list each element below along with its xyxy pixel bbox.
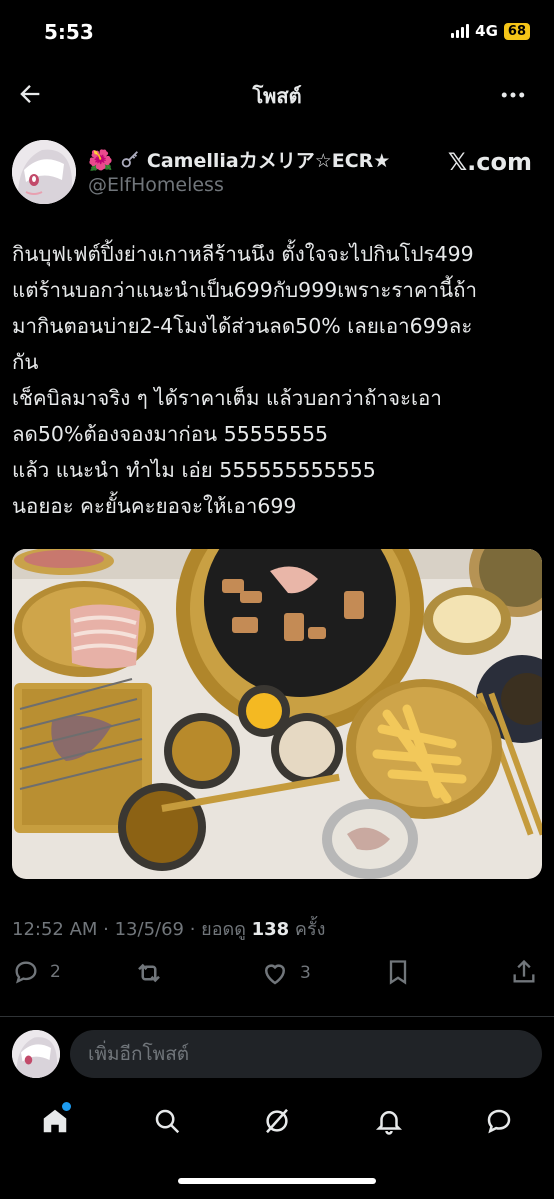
hibiscus-icon: 🌺 xyxy=(88,147,113,172)
heart-icon xyxy=(264,964,286,985)
like-button[interactable]: 3 xyxy=(260,958,311,988)
reply-count: 2 xyxy=(50,962,61,982)
more-icon xyxy=(501,92,525,98)
more-button[interactable] xyxy=(498,80,532,110)
page-title: โพสต์ xyxy=(252,84,302,108)
signal-icon xyxy=(451,24,470,38)
post-meta: 12:52 AM · 13/5/69 · ยอดดู 138 ครั้ง xyxy=(12,914,325,943)
divider xyxy=(0,1016,554,1017)
tab-search[interactable] xyxy=(152,1106,182,1136)
status-time: 5:53 xyxy=(44,20,94,44)
tab-grok[interactable] xyxy=(262,1106,292,1136)
grok-icon xyxy=(266,1108,288,1134)
xcom-badge: 𝕏.com xyxy=(447,148,532,176)
battery-icon: 68 xyxy=(503,22,530,40)
view-unit: ครั้ง xyxy=(289,919,326,940)
reply-input[interactable]: เพิ่มอีกโพสต์ xyxy=(70,1030,542,1078)
search-icon xyxy=(155,1109,180,1134)
tab-messages[interactable] xyxy=(484,1106,514,1136)
avatar[interactable] xyxy=(12,140,76,204)
chat-icon xyxy=(487,1109,511,1134)
tab-notifications[interactable] xyxy=(374,1106,404,1136)
status-indicators: 4G 68 xyxy=(451,22,530,40)
share-icon xyxy=(513,959,535,983)
author-name: Camelliaカメリア☆ECR★ xyxy=(146,150,391,172)
bookmark-button[interactable] xyxy=(384,958,412,986)
view-count: 138 xyxy=(251,919,290,940)
like-count: 3 xyxy=(300,963,311,983)
my-avatar[interactable] xyxy=(12,1030,60,1078)
post-text: กินบุฟเฟต์ปิ้งย่างเกาหลีร้านนึง ตั้งใจจะ… xyxy=(12,242,478,518)
reply-button[interactable]: 2 xyxy=(12,958,61,986)
key-icon xyxy=(121,150,138,167)
tab-home[interactable] xyxy=(40,1102,71,1136)
network-label: 4G xyxy=(475,22,498,40)
author-handle[interactable]: @ElfHomeless xyxy=(88,174,224,196)
post-time: 12:52 AM · 13/5/69 · ยอดดู xyxy=(12,919,252,940)
bookmark-icon xyxy=(389,960,407,985)
author-name-row[interactable]: 🌺 Camelliaカメリア☆ECR★ xyxy=(88,146,390,173)
post-actions: 2 3 xyxy=(12,958,542,990)
repost-button[interactable] xyxy=(134,958,164,988)
repost-icon xyxy=(138,963,160,983)
tab-bar xyxy=(0,1096,554,1146)
bell-icon xyxy=(375,1111,403,1135)
reply-icon xyxy=(15,961,37,984)
post-photo[interactable] xyxy=(12,549,542,879)
share-button[interactable] xyxy=(510,958,538,986)
home-indicator xyxy=(178,1178,376,1184)
notification-dot xyxy=(62,1102,71,1111)
